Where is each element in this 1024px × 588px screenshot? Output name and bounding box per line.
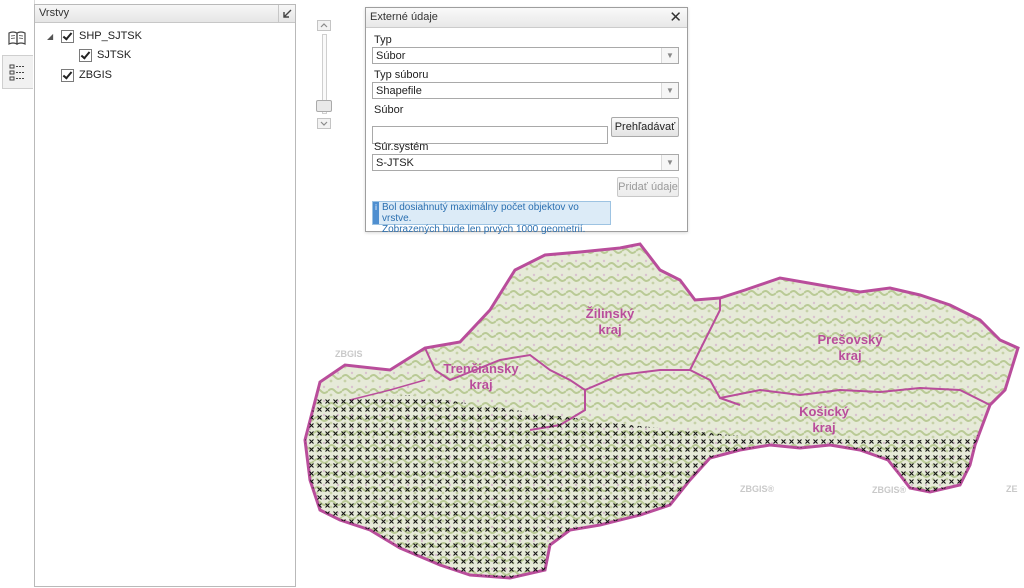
book-icon[interactable] xyxy=(2,22,32,54)
map-view[interactable]: Žilinský kraj Prešovský kraj Trenčiansky… xyxy=(300,230,1024,585)
chevron-down-icon[interactable]: ▼ xyxy=(661,155,678,170)
region-label-presovsky: Prešovský xyxy=(817,332,883,347)
region-label-kosicky: Košický xyxy=(799,404,850,419)
sur-system-select-value: S-JTSK xyxy=(376,157,414,169)
layer-label-zbgis: ZBGIS xyxy=(79,69,113,81)
watermark-zbgis: ZBGIS xyxy=(335,349,363,359)
subor-label: Súbor xyxy=(374,104,404,116)
layers-panel: Vrstvy ◢ SHP_SJTSK SJTSK ZBGIS xyxy=(34,4,296,587)
typ-suboru-select[interactable]: Shapefile ▼ xyxy=(372,82,679,99)
external-data-dialog: Externé údaje ✕ Typ Súbor ▼ Typ súboru S… xyxy=(365,7,688,235)
zoom-thumb[interactable] xyxy=(316,100,332,112)
dialog-titlebar: Externé údaje ✕ xyxy=(366,8,687,28)
sur-system-select[interactable]: S-JTSK ▼ xyxy=(372,154,679,171)
info-message: i Bol dosiahnutý maximálny počet objekto… xyxy=(372,201,611,235)
chevron-down-icon[interactable]: ▼ xyxy=(661,83,678,98)
region-suffix-kosicky: kraj xyxy=(812,420,835,435)
region-label-trenciansky: Trenčiansky xyxy=(443,361,519,376)
region-suffix-zilinsky: kraj xyxy=(598,322,621,337)
close-icon[interactable]: ✕ xyxy=(669,8,682,27)
zoom-in-button[interactable] xyxy=(317,20,331,31)
zoom-slider[interactable] xyxy=(316,20,332,130)
typ-suboru-select-value: Shapefile xyxy=(376,85,422,97)
browse-button[interactable]: Prehľadávať xyxy=(611,117,679,137)
typ-select[interactable]: Súbor ▼ xyxy=(372,47,679,64)
tree-row-zbgis[interactable]: ZBGIS xyxy=(61,67,112,83)
dock-icon[interactable] xyxy=(278,5,295,22)
typ-label: Typ xyxy=(374,34,392,46)
collapse-triangle-icon[interactable]: ◢ xyxy=(47,32,55,41)
region-suffix-presovsky: kraj xyxy=(838,348,861,363)
watermark-zbgis: ZBGIS® xyxy=(740,484,775,494)
watermark-zbgis: ZBGIS® xyxy=(872,485,907,495)
layer-label-sjtsk: SJTSK xyxy=(97,49,132,61)
layer-checkbox-shp-sjtsk[interactable] xyxy=(61,29,74,43)
info-message-line1: Bol dosiahnutý maximálny počet objektov … xyxy=(382,202,579,224)
typ-select-value: Súbor xyxy=(376,50,406,62)
legend-list-icon[interactable] xyxy=(2,55,33,89)
layers-panel-title: Vrstvy xyxy=(39,7,70,19)
layer-label-shp-sjtsk: SHP_SJTSK xyxy=(79,30,142,42)
watermark-ze: ZE xyxy=(1006,484,1018,494)
sur-system-label: Súr.systém xyxy=(374,141,429,153)
region-suffix-trenciansky: kraj xyxy=(469,377,492,392)
dialog-title: Externé údaje xyxy=(370,11,438,23)
tree-row-shp-sjtsk[interactable]: ◢ SHP_SJTSK xyxy=(47,28,142,44)
tool-strip xyxy=(0,0,35,585)
typ-suboru-label: Typ súboru xyxy=(374,69,429,81)
info-message-line2: Zobrazených bude len prvých 1000 geometr… xyxy=(382,224,586,235)
region-label-zilinsky: Žilinský xyxy=(586,306,635,321)
info-icon: i xyxy=(373,202,379,224)
zoom-out-button[interactable] xyxy=(317,118,331,129)
layers-panel-header: Vrstvy xyxy=(35,5,295,23)
chevron-down-icon[interactable]: ▼ xyxy=(661,48,678,63)
layer-checkbox-sjtsk[interactable] xyxy=(79,48,92,62)
add-data-button[interactable]: Pridať údaje xyxy=(617,177,679,197)
tree-row-sjtsk[interactable]: SJTSK xyxy=(79,47,131,63)
layer-checkbox-zbgis[interactable] xyxy=(61,68,74,82)
